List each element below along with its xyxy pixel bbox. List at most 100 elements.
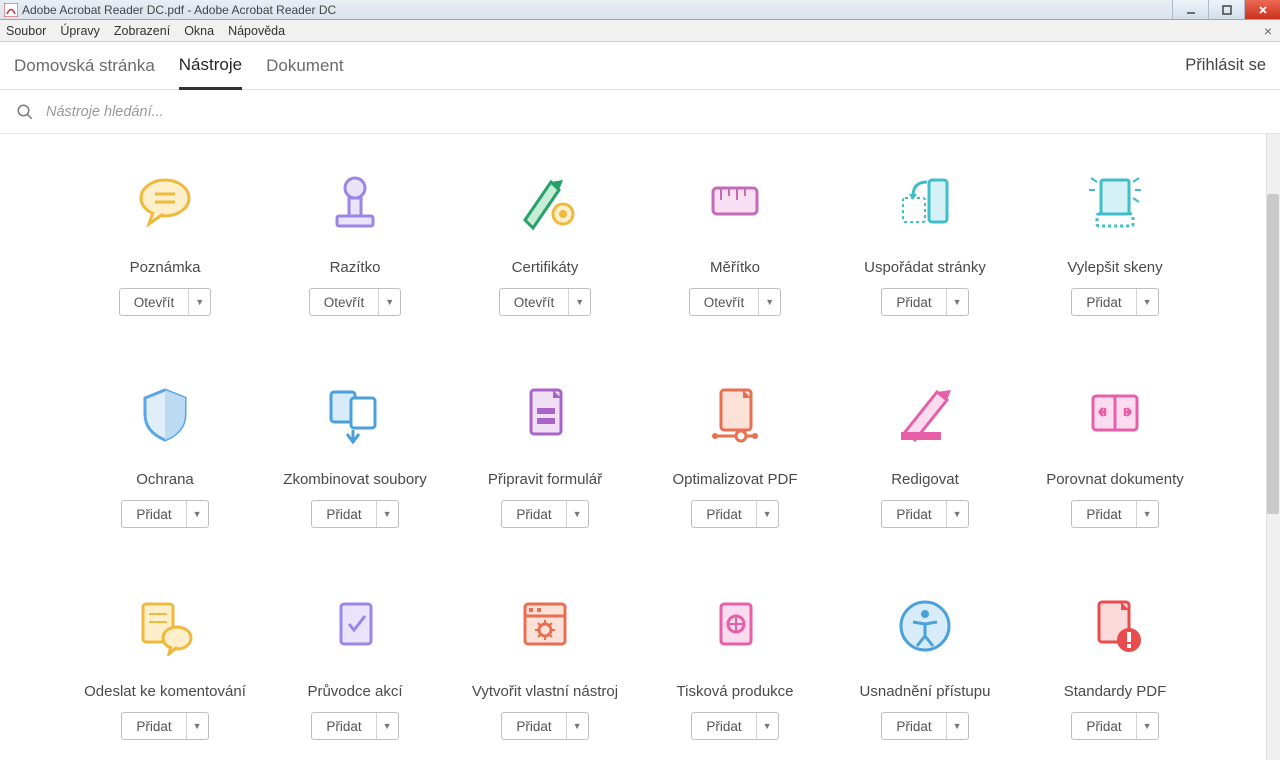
tool-card-pruvodce[interactable]: Průvodce akcíPřidat▼ bbox=[260, 588, 450, 740]
tool-card-usnadneni[interactable]: Usnadnění přístupuPřidat▼ bbox=[830, 588, 1020, 740]
tool-card-porovnat[interactable]: Porovnat dokumentyPřidat▼ bbox=[1020, 376, 1210, 528]
chevron-down-icon[interactable]: ▼ bbox=[186, 501, 208, 527]
chevron-down-icon[interactable]: ▼ bbox=[1136, 501, 1158, 527]
cert-icon bbox=[508, 164, 582, 238]
tool-label: Usnadnění přístupu bbox=[860, 672, 991, 712]
scrollbar[interactable] bbox=[1266, 134, 1280, 760]
chevron-down-icon[interactable]: ▼ bbox=[756, 501, 778, 527]
tool-action-label: Otevřít bbox=[500, 289, 569, 315]
tool-label: Tisková produkce bbox=[677, 672, 794, 712]
chevron-down-icon[interactable]: ▼ bbox=[376, 501, 398, 527]
search-icon bbox=[16, 103, 34, 121]
chevron-down-icon[interactable]: ▼ bbox=[566, 713, 588, 739]
tool-card-standardy[interactable]: Standardy PDFPřidat▼ bbox=[1020, 588, 1210, 740]
tool-action-button[interactable]: Přidat▼ bbox=[311, 712, 398, 740]
tool-label: Redigovat bbox=[891, 460, 959, 500]
window-titlebar: Adobe Acrobat Reader DC.pdf - Adobe Acro… bbox=[0, 0, 1280, 20]
tool-card-optimalizovat[interactable]: Optimalizovat PDFPřidat▼ bbox=[640, 376, 830, 528]
tool-action-button[interactable]: Otevřít▼ bbox=[309, 288, 402, 316]
chevron-down-icon[interactable]: ▼ bbox=[758, 289, 780, 315]
tool-card-poznamka[interactable]: PoznámkaOtevřít▼ bbox=[70, 164, 260, 316]
nav-tabbar: Domovská stránka Nástroje Dokument Přihl… bbox=[0, 42, 1280, 90]
tool-card-ochrana[interactable]: OchranaPřidat▼ bbox=[70, 376, 260, 528]
tool-card-odeslat[interactable]: Odeslat ke komentováníPřidat▼ bbox=[70, 588, 260, 740]
tool-action-button[interactable]: Přidat▼ bbox=[121, 712, 208, 740]
tool-label: Poznámka bbox=[130, 248, 201, 288]
tool-label: Razítko bbox=[330, 248, 381, 288]
tool-label: Optimalizovat PDF bbox=[672, 460, 797, 500]
tool-label: Ochrana bbox=[136, 460, 194, 500]
tool-label: Připravit formulář bbox=[488, 460, 602, 500]
signin-link[interactable]: Přihlásit se bbox=[1185, 56, 1266, 75]
tool-action-button[interactable]: Přidat▼ bbox=[881, 712, 968, 740]
chevron-down-icon[interactable]: ▼ bbox=[946, 289, 968, 315]
scan-icon bbox=[1078, 164, 1152, 238]
menu-zobrazeni[interactable]: Zobrazení bbox=[114, 24, 170, 38]
tool-action-label: Přidat bbox=[882, 501, 945, 527]
chevron-down-icon[interactable]: ▼ bbox=[186, 713, 208, 739]
combine-icon bbox=[318, 376, 392, 450]
tool-card-meritko[interactable]: MěřítkoOtevřít▼ bbox=[640, 164, 830, 316]
tool-action-button[interactable]: Přidat▼ bbox=[1071, 288, 1158, 316]
print-icon bbox=[698, 588, 772, 662]
tab-close-icon[interactable]: × bbox=[1264, 23, 1272, 39]
tool-action-button[interactable]: Přidat▼ bbox=[311, 500, 398, 528]
tool-action-button[interactable]: Otevřít▼ bbox=[689, 288, 782, 316]
tab-home[interactable]: Domovská stránka bbox=[14, 44, 155, 88]
chevron-down-icon[interactable]: ▼ bbox=[378, 289, 400, 315]
close-button[interactable] bbox=[1244, 0, 1280, 19]
tab-document[interactable]: Dokument bbox=[266, 44, 343, 88]
tools-canvas: PoznámkaOtevřít▼RazítkoOtevřít▼Certifiká… bbox=[0, 134, 1280, 760]
chevron-down-icon[interactable]: ▼ bbox=[568, 289, 590, 315]
tool-action-button[interactable]: Přidat▼ bbox=[691, 500, 778, 528]
menu-soubor[interactable]: Soubor bbox=[6, 24, 46, 38]
menubar: Soubor Úpravy Zobrazení Okna Nápověda × bbox=[0, 20, 1280, 42]
tool-card-redigovat[interactable]: RedigovatPřidat▼ bbox=[830, 376, 1020, 528]
chevron-down-icon[interactable]: ▼ bbox=[946, 713, 968, 739]
tool-action-button[interactable]: Přidat▼ bbox=[121, 500, 208, 528]
tool-card-certifikaty[interactable]: CertifikátyOtevřít▼ bbox=[450, 164, 640, 316]
tool-card-zkombinovat[interactable]: Zkombinovat souboryPřidat▼ bbox=[260, 376, 450, 528]
chevron-down-icon[interactable]: ▼ bbox=[1136, 289, 1158, 315]
wizard-icon bbox=[318, 588, 392, 662]
chevron-down-icon[interactable]: ▼ bbox=[756, 713, 778, 739]
tool-card-usporadat[interactable]: Uspořádat stránkyPřidat▼ bbox=[830, 164, 1020, 316]
comment-icon bbox=[128, 164, 202, 238]
minimize-button[interactable] bbox=[1172, 0, 1208, 19]
tool-action-label: Otevřít bbox=[120, 289, 189, 315]
tool-action-label: Přidat bbox=[882, 289, 945, 315]
tool-action-button[interactable]: Přidat▼ bbox=[1071, 500, 1158, 528]
maximize-button[interactable] bbox=[1208, 0, 1244, 19]
tool-card-vytvorit[interactable]: Vytvořit vlastní nástrojPřidat▼ bbox=[450, 588, 640, 740]
organize-icon bbox=[888, 164, 962, 238]
tab-tools[interactable]: Nástroje bbox=[179, 43, 242, 90]
tool-card-pripravit[interactable]: Připravit formulářPřidat▼ bbox=[450, 376, 640, 528]
tool-action-button[interactable]: Přidat▼ bbox=[1071, 712, 1158, 740]
tool-action-button[interactable]: Otevřít▼ bbox=[119, 288, 212, 316]
tool-action-button[interactable]: Přidat▼ bbox=[501, 500, 588, 528]
menu-napoveda[interactable]: Nápověda bbox=[228, 24, 285, 38]
chevron-down-icon[interactable]: ▼ bbox=[188, 289, 210, 315]
tool-action-button[interactable]: Přidat▼ bbox=[691, 712, 778, 740]
chevron-down-icon[interactable]: ▼ bbox=[376, 713, 398, 739]
menu-okna[interactable]: Okna bbox=[184, 24, 214, 38]
tool-action-button[interactable]: Přidat▼ bbox=[881, 288, 968, 316]
tool-card-tiskova[interactable]: Tisková produkcePřidat▼ bbox=[640, 588, 830, 740]
tool-label: Měřítko bbox=[710, 248, 760, 288]
compare-icon bbox=[1078, 376, 1152, 450]
chevron-down-icon[interactable]: ▼ bbox=[566, 501, 588, 527]
tool-action-label: Přidat bbox=[502, 713, 565, 739]
tool-action-label: Přidat bbox=[312, 501, 375, 527]
chevron-down-icon[interactable]: ▼ bbox=[1136, 713, 1158, 739]
tool-label: Certifikáty bbox=[512, 248, 579, 288]
standards-icon bbox=[1078, 588, 1152, 662]
tool-card-vylepsit[interactable]: Vylepšit skenyPřidat▼ bbox=[1020, 164, 1210, 316]
tool-action-button[interactable]: Otevřít▼ bbox=[499, 288, 592, 316]
tool-action-button[interactable]: Přidat▼ bbox=[881, 500, 968, 528]
tool-card-razitko[interactable]: RazítkoOtevřít▼ bbox=[260, 164, 450, 316]
scrollbar-thumb[interactable] bbox=[1267, 194, 1279, 514]
menu-upravy[interactable]: Úpravy bbox=[60, 24, 100, 38]
tool-action-button[interactable]: Přidat▼ bbox=[501, 712, 588, 740]
chevron-down-icon[interactable]: ▼ bbox=[946, 501, 968, 527]
search-input[interactable] bbox=[46, 104, 1264, 120]
